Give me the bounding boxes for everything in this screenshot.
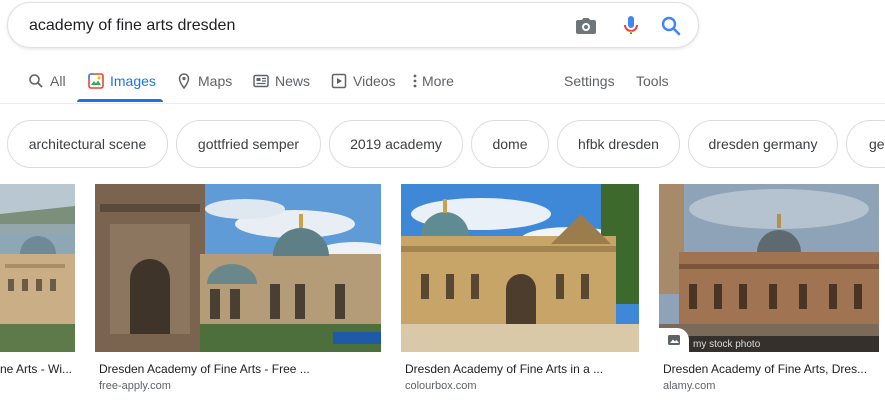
image-badge bbox=[659, 328, 689, 352]
search-icon bbox=[29, 74, 43, 88]
tab-maps[interactable]: Maps bbox=[176, 58, 232, 104]
chip-label: dome bbox=[492, 136, 528, 152]
result-image-1[interactable] bbox=[0, 184, 75, 352]
result-source-2: free-apply.com bbox=[99, 380, 171, 392]
result-image-4[interactable] bbox=[659, 184, 879, 352]
chip-partial[interactable]: ge bbox=[846, 120, 885, 168]
tab-news[interactable]: News bbox=[253, 58, 310, 104]
result-title-4[interactable]: Dresden Academy of Fine Arts, Dres... bbox=[663, 362, 877, 376]
magnifier-icon[interactable] bbox=[659, 14, 683, 38]
chip-hfbk-dresden[interactable]: hfbk dresden bbox=[557, 120, 680, 168]
result-source-4: alamy.com bbox=[663, 380, 716, 392]
watermark-text: my stock photo bbox=[693, 338, 761, 350]
result-title-3[interactable]: Dresden Academy of Fine Arts in a ... bbox=[405, 362, 637, 376]
watermark-bar: my stock photo bbox=[659, 336, 879, 352]
tab-videos-label: Videos bbox=[353, 73, 396, 89]
search-box[interactable] bbox=[7, 2, 699, 48]
microphone-icon[interactable] bbox=[619, 14, 643, 38]
chip-gottfried-semper[interactable]: gottfried semper bbox=[176, 120, 321, 168]
settings-link[interactable]: Settings bbox=[564, 58, 615, 104]
tab-news-label: News bbox=[275, 73, 311, 89]
tools-link[interactable]: Tools bbox=[636, 58, 669, 104]
tab-images-label: Images bbox=[110, 73, 156, 89]
chip-label: dresden germany bbox=[708, 136, 818, 152]
tab-more[interactable]: More bbox=[410, 58, 454, 104]
chip-dresden-germany[interactable]: dresden germany bbox=[688, 120, 838, 168]
image-icon bbox=[88, 73, 104, 89]
result-title-2[interactable]: Dresden Academy of Fine Arts - Free ... bbox=[99, 362, 379, 376]
settings-label: Settings bbox=[564, 73, 615, 89]
tab-all[interactable]: All bbox=[28, 58, 66, 104]
photo-icon bbox=[668, 335, 680, 345]
result-image-3[interactable] bbox=[401, 184, 639, 352]
chip-label: architectural scene bbox=[28, 136, 147, 152]
result-image-2[interactable] bbox=[95, 184, 381, 352]
news-icon bbox=[253, 74, 269, 88]
tab-more-label: More bbox=[422, 73, 454, 89]
tab-maps-label: Maps bbox=[198, 73, 233, 89]
tools-label: Tools bbox=[636, 73, 669, 89]
result-source-3: colourbox.com bbox=[405, 380, 477, 392]
chip-label: ge bbox=[869, 136, 885, 152]
header-divider bbox=[0, 103, 885, 104]
chip-dome[interactable]: dome bbox=[471, 120, 549, 168]
chip-2019-academy[interactable]: 2019 academy bbox=[329, 120, 463, 168]
search-input[interactable] bbox=[29, 15, 549, 37]
chip-label: gottfried semper bbox=[197, 136, 300, 152]
result-title-1[interactable]: ne Arts - Wi... bbox=[0, 362, 75, 376]
tab-images[interactable]: Images bbox=[88, 58, 156, 104]
chip-label: 2019 academy bbox=[350, 136, 442, 152]
tab-videos[interactable]: Videos bbox=[331, 58, 396, 104]
camera-icon[interactable] bbox=[574, 14, 598, 38]
chip-architectural-scene[interactable]: architectural scene bbox=[7, 120, 168, 168]
active-tab-indicator bbox=[77, 99, 163, 102]
more-vert-icon bbox=[413, 74, 417, 88]
map-pin-icon bbox=[178, 73, 190, 89]
tab-all-label: All bbox=[50, 73, 66, 89]
search-tabs: All Images Maps News Videos More Setting… bbox=[0, 58, 885, 104]
chip-label: hfbk dresden bbox=[578, 136, 659, 152]
video-icon bbox=[331, 73, 347, 89]
